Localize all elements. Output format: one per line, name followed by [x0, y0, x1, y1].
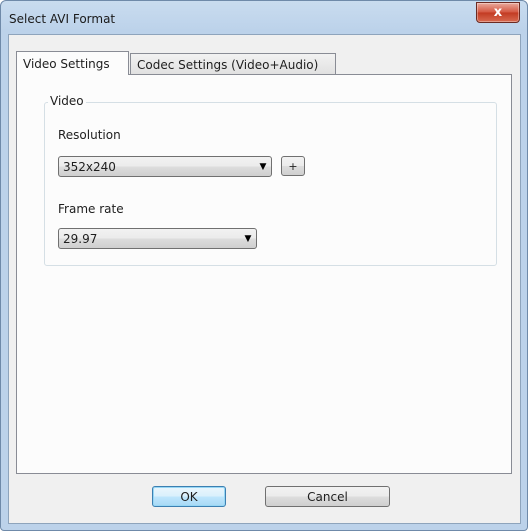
tab-video-settings[interactable]: Video Settings: [16, 51, 129, 75]
cancel-label: Cancel: [307, 489, 348, 504]
close-button[interactable]: x: [476, 2, 520, 23]
group-title: Video: [48, 94, 86, 108]
tab-panel-video-settings: Video Resolution 352x240 ▼ + Frame rate …: [16, 74, 512, 474]
resolution-value: 352x240: [63, 159, 116, 174]
chevron-down-icon: ▼: [259, 161, 267, 172]
resolution-label: Resolution: [58, 128, 121, 142]
title-bar[interactable]: Select AVI Format x: [1, 1, 527, 35]
ok-label: OK: [180, 489, 198, 504]
close-icon: x: [493, 5, 503, 20]
tab-label: Codec Settings (Video+Audio): [137, 57, 319, 72]
ok-button[interactable]: OK: [152, 486, 226, 507]
frame-rate-select[interactable]: 29.97 ▼: [58, 228, 257, 249]
tab-codec-settings[interactable]: Codec Settings (Video+Audio): [130, 53, 336, 75]
resolution-select[interactable]: 352x240 ▼: [58, 156, 272, 177]
window-title: Select AVI Format: [9, 12, 116, 26]
dialog-window: Select AVI Format x Video Settings Codec…: [0, 0, 528, 531]
frame-rate-value: 29.97: [63, 231, 98, 246]
tab-label: Video Settings: [23, 56, 110, 71]
dialog-body: Video Settings Codec Settings (Video+Aud…: [8, 34, 521, 524]
frame-rate-label: Frame rate: [58, 202, 124, 216]
add-resolution-label: +: [288, 159, 298, 173]
cancel-button[interactable]: Cancel: [265, 486, 390, 507]
chevron-down-icon: ▼: [244, 233, 252, 244]
video-groupbox: Video Resolution 352x240 ▼ + Frame rate …: [44, 94, 497, 266]
add-resolution-button[interactable]: +: [281, 156, 305, 176]
